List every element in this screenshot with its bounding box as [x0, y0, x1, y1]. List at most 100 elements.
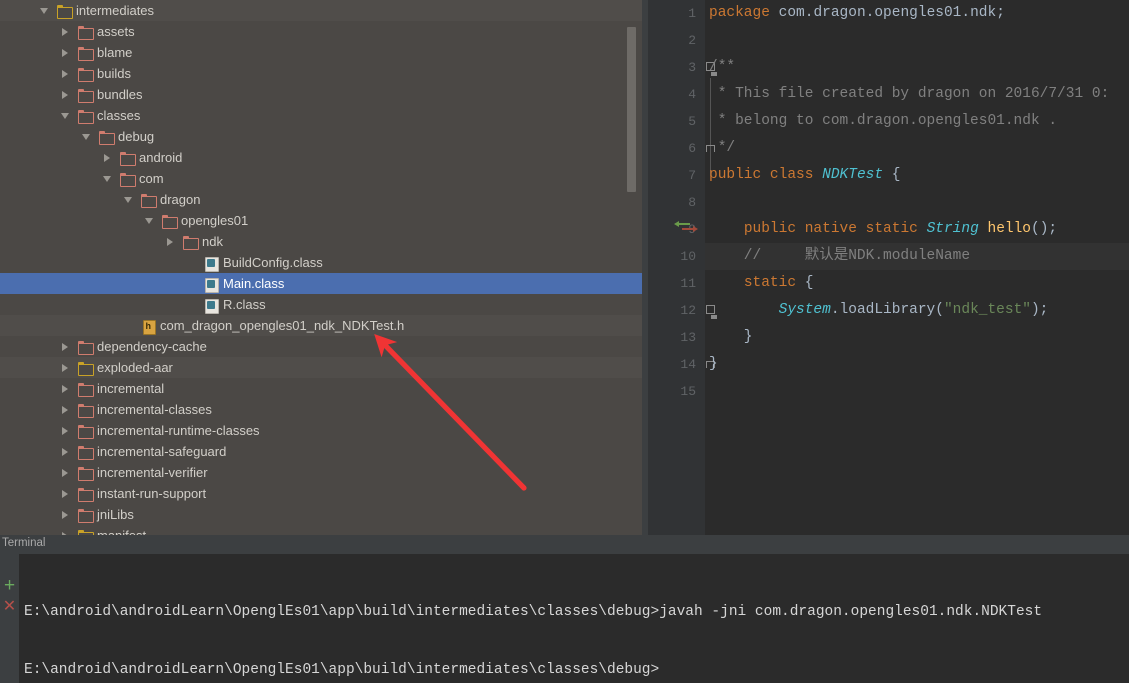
native-method-marker-icon[interactable] [674, 220, 698, 233]
chevron-right-icon[interactable] [61, 336, 72, 357]
terminal-tab-bar[interactable]: Terminal [0, 535, 1129, 554]
code-line[interactable]: public native static String hello(); [705, 216, 1129, 243]
terminal-tab-label[interactable]: Terminal [2, 537, 45, 549]
code-line[interactable]: public class NDKTest { [705, 162, 1129, 189]
tree-row[interactable]: incremental-verifier [0, 462, 648, 483]
code-token: hello [987, 221, 1032, 237]
chevron-down-icon[interactable] [103, 168, 114, 189]
tree-row[interactable]: instant-run-support [0, 483, 648, 504]
tree-row[interactable]: incremental-runtime-classes [0, 420, 648, 441]
chevron-down-icon[interactable] [124, 189, 135, 210]
tree-row[interactable]: incremental-safeguard [0, 441, 648, 462]
code-line[interactable]: System.loadLibrary("ndk_test"); [705, 297, 1129, 324]
chevron-right-icon[interactable] [61, 483, 72, 504]
plus-icon[interactable]: + [2, 576, 17, 595]
close-icon[interactable]: ✕ [2, 599, 17, 615]
code-line[interactable] [705, 189, 1129, 216]
chevron-right-icon[interactable] [61, 462, 72, 483]
terminal-line: E:\android\androidLearn\OpenglEs01\app\b… [24, 662, 660, 678]
tree-row[interactable]: ndk [0, 231, 648, 252]
code-line-text: public class NDKTest { [709, 162, 900, 189]
tree-row[interactable]: debug [0, 126, 648, 147]
tree-row[interactable]: dependency-cache [0, 336, 648, 357]
code-editor-pane[interactable]: 123456789101112131415 package com.dragon… [648, 0, 1129, 535]
chevron-right-icon[interactable] [61, 42, 72, 63]
terminal-pane[interactable]: Terminal + ✕ E:\android\androidLearn\Ope… [0, 535, 1129, 683]
tree-item-label: jniLibs [97, 507, 134, 522]
code-line[interactable]: } [705, 324, 1129, 351]
tree-scrollbar-track[interactable] [627, 0, 642, 535]
chevron-right-icon[interactable] [103, 147, 114, 168]
code-line[interactable]: * This file created by dragon on 2016/7/… [705, 81, 1129, 108]
folder-icon [78, 89, 94, 103]
chevron-down-icon[interactable] [61, 105, 72, 126]
chevron-right-icon[interactable] [166, 231, 177, 252]
chevron-down-icon[interactable] [145, 210, 156, 231]
code-line[interactable]: static { [705, 270, 1129, 297]
tree-row[interactable]: dragon [0, 189, 648, 210]
code-token: NDKTest [822, 167, 884, 183]
code-line[interactable]: } [705, 351, 1129, 378]
code-token: ; [996, 5, 1005, 21]
tree-row[interactable]: assets [0, 21, 648, 42]
tree-row[interactable]: intermediates [0, 0, 648, 21]
tree-item-label: incremental-runtime-classes [97, 423, 260, 438]
chevron-down-icon[interactable] [82, 126, 93, 147]
tree-row[interactable]: classes [0, 105, 648, 126]
chevron-right-icon[interactable] [61, 63, 72, 84]
tree-row[interactable]: com_dragon_opengles01_ndk_NDKTest.h [0, 315, 648, 336]
chevron-right-icon[interactable] [61, 525, 72, 535]
folder-icon [99, 131, 115, 145]
code-line[interactable]: */ [705, 135, 1129, 162]
code-line[interactable]: // 默认是NDK.moduleName [705, 243, 1129, 270]
chevron-right-icon[interactable] [61, 357, 72, 378]
tree-row[interactable]: opengles01 [0, 210, 648, 231]
chevron-right-icon[interactable] [61, 441, 72, 462]
line-number: 6 [688, 141, 696, 156]
line-number: 11 [680, 276, 696, 291]
tree-item-label: blame [97, 45, 133, 60]
folder-yellow-icon [78, 362, 94, 376]
chevron-down-icon[interactable] [40, 0, 51, 21]
chevron-right-icon[interactable] [61, 420, 72, 441]
chevron-right-icon[interactable] [61, 399, 72, 420]
code-line[interactable] [705, 27, 1129, 54]
code-line[interactable] [705, 378, 1129, 405]
chevron-right-icon[interactable] [61, 84, 72, 105]
folder-icon [120, 173, 136, 187]
code-line[interactable]: package com.dragon.opengles01.ndk; [705, 0, 1129, 27]
code-content[interactable]: package com.dragon.opengles01.ndk; /** * … [705, 0, 1129, 535]
tree-row[interactable]: com [0, 168, 648, 189]
code-token: dragon [813, 5, 866, 21]
tree-row[interactable]: exploded-aar [0, 357, 648, 378]
tree-row[interactable]: R.class [0, 294, 648, 315]
folder-icon [78, 509, 94, 523]
tree-row[interactable]: incremental [0, 378, 648, 399]
tree-row[interactable]: android [0, 147, 648, 168]
tree-item-label: instant-run-support [97, 486, 207, 501]
tree-row[interactable]: blame [0, 42, 648, 63]
tree-row[interactable]: jniLibs [0, 504, 648, 525]
tree-row[interactable]: Main.class [0, 273, 648, 294]
chevron-right-icon[interactable] [61, 378, 72, 399]
project-tree-pane[interactable]: intermediates assets blame builds bundles cla… [0, 0, 648, 535]
terminal-toolbar[interactable]: + ✕ [0, 554, 19, 683]
terminal-line: E:\android\androidLearn\OpenglEs01\app\b… [24, 604, 1043, 620]
tree-row[interactable]: manifest [0, 525, 648, 535]
terminal-output[interactable]: E:\android\androidLearn\OpenglEs01\app\b… [19, 554, 1129, 683]
tree-row[interactable]: bundles [0, 84, 648, 105]
code-line[interactable]: * belong to com.dragon.opengles01.ndk . [705, 108, 1129, 135]
tree-scrollbar-thumb[interactable] [627, 27, 636, 192]
chevron-right-icon[interactable] [61, 21, 72, 42]
line-number: 4 [688, 87, 696, 102]
tree-row[interactable]: builds [0, 63, 648, 84]
code-line-text: package com.dragon.opengles01.ndk; [709, 0, 1005, 27]
chevron-right-icon[interactable] [61, 504, 72, 525]
code-line[interactable]: /** [705, 54, 1129, 81]
tree-row[interactable]: incremental-classes [0, 399, 648, 420]
tree-row[interactable]: BuildConfig.class [0, 252, 648, 273]
